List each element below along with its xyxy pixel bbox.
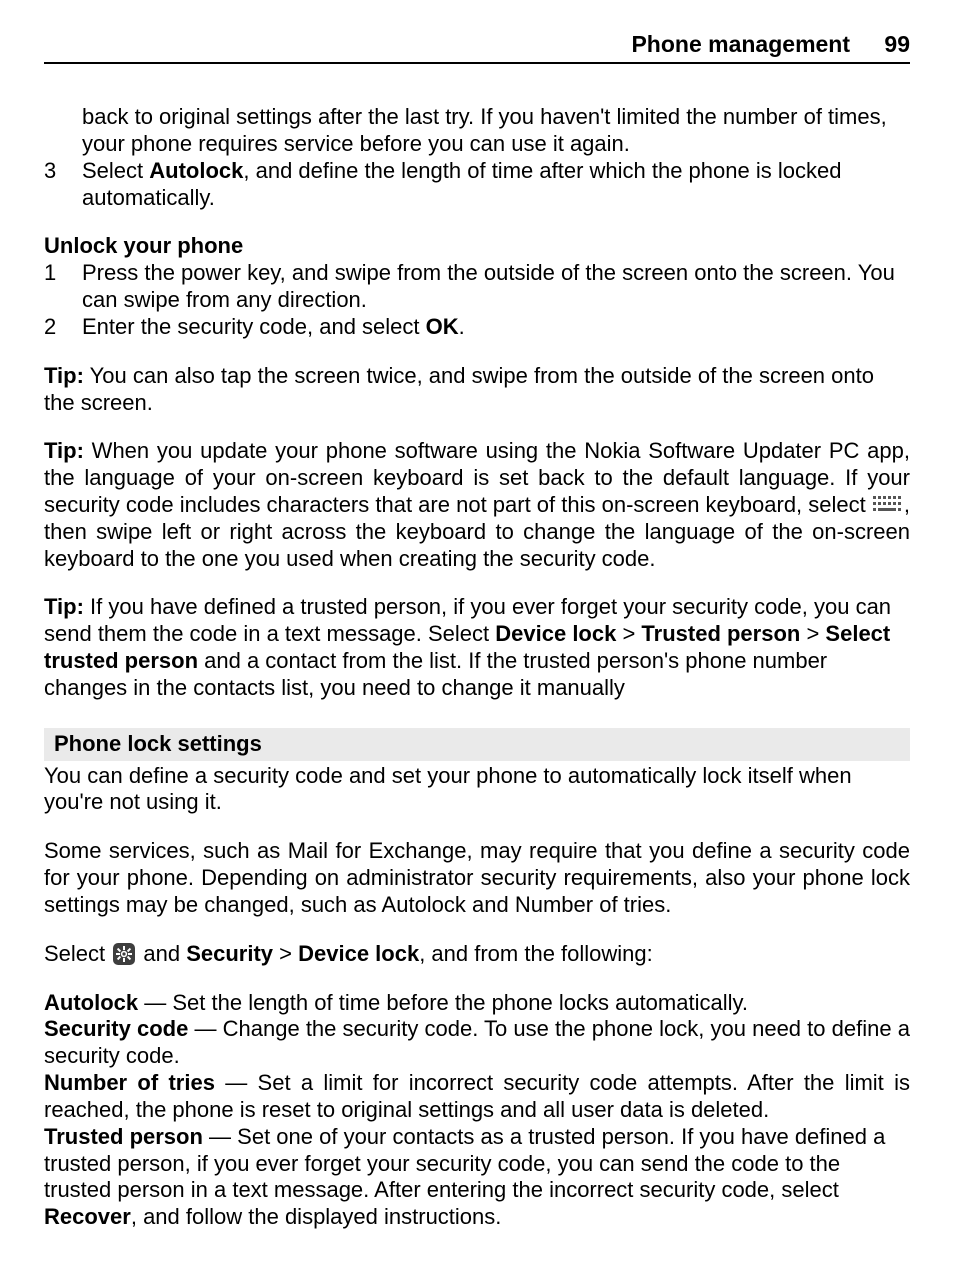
step-3-pre: Select: [82, 158, 149, 183]
unlock-list: 1 Press the power key, and swipe from th…: [44, 260, 910, 340]
ok-label: OK: [426, 314, 459, 339]
step-3-body: Select Autolock, and define the length o…: [82, 158, 910, 212]
autolock-desc: Set the length of time before the phone …: [172, 990, 748, 1015]
tip-3-lead: Tip:: [44, 594, 84, 619]
tip-2-text-a: When you update your phone software usin…: [44, 438, 910, 517]
phone-lock-p2: Some services, such as Mail for Exchange…: [44, 838, 910, 918]
unlock-step-2: 2 Enter the security code, and select OK…: [44, 314, 910, 341]
security-label: Security: [186, 941, 273, 966]
tip-3: Tip: If you have defined a trusted perso…: [44, 594, 910, 701]
trusted-person-desc-2: , and follow the displayed instructions.: [131, 1204, 502, 1229]
unlock-step-1-text: Press the power key, and swipe from the …: [82, 260, 910, 314]
running-header: Phone management 99: [44, 30, 910, 64]
select-b: and: [137, 941, 186, 966]
continued-text: back to original settings after the last…: [82, 104, 910, 158]
phone-lock-p1: You can define a security code and set y…: [44, 763, 910, 817]
trusted-person-term: Trusted person: [44, 1124, 203, 1149]
step-3-number: 3: [44, 158, 82, 185]
device-lock-label: Device lock: [495, 621, 616, 646]
option-trusted-person: Trusted person — Set one of your contact…: [44, 1124, 910, 1231]
device-lock-label-2: Device lock: [298, 941, 419, 966]
dash: —: [203, 1124, 237, 1149]
number-of-tries-term: Number of tries: [44, 1070, 215, 1095]
unlock-step-2-post: .: [459, 314, 465, 339]
tip-1-lead: Tip:: [44, 363, 84, 388]
select-path: Select and Security > Device lock, and f…: [44, 941, 910, 968]
tip-2-lead: Tip:: [44, 438, 84, 463]
page: Phone management 99 back to original set…: [0, 0, 954, 1275]
trusted-person-label: Trusted person: [641, 621, 800, 646]
select-a: Select: [44, 941, 111, 966]
keyboard-icon: [873, 496, 903, 514]
select-e: , and from the following:: [419, 941, 653, 966]
settings-icon: [113, 943, 135, 965]
tip-1: Tip: You can also tap the screen twice, …: [44, 363, 910, 417]
tip-3-gt1: >: [616, 621, 641, 646]
continued-item: back to original settings after the last…: [44, 104, 910, 158]
dash: —: [188, 1016, 222, 1041]
select-gt: >: [273, 941, 298, 966]
tip-1-text: You can also tap the screen twice, and s…: [44, 363, 874, 415]
dash: —: [138, 990, 172, 1015]
recover-label: Recover: [44, 1204, 131, 1229]
autolock-term: Autolock: [44, 990, 138, 1015]
step-3: 3 Select Autolock, and define the length…: [44, 158, 910, 212]
tip-3-gt2: >: [800, 621, 825, 646]
unlock-section: Unlock your phone 1 Press the power key,…: [44, 233, 910, 340]
unlock-step-2-body: Enter the security code, and select OK.: [82, 314, 910, 341]
unlock-heading: Unlock your phone: [44, 233, 910, 260]
option-security-code: Security code — Change the security code…: [44, 1016, 910, 1070]
option-autolock: Autolock — Set the length of time before…: [44, 990, 910, 1017]
unlock-step-2-pre: Enter the security code, and select: [82, 314, 426, 339]
header-section: Phone management: [631, 31, 850, 57]
unlock-step-2-number: 2: [44, 314, 82, 341]
autolock-label: Autolock: [149, 158, 243, 183]
unlock-step-1-number: 1: [44, 260, 82, 287]
header-page-number: 99: [856, 31, 910, 57]
phone-lock-settings-heading: Phone lock settings: [44, 728, 910, 761]
tip-2: Tip: When you update your phone software…: [44, 438, 910, 572]
dash: —: [215, 1070, 258, 1095]
unlock-step-1: 1 Press the power key, and swipe from th…: [44, 260, 910, 314]
option-number-of-tries: Number of tries — Set a limit for incorr…: [44, 1070, 910, 1124]
security-code-term: Security code: [44, 1016, 188, 1041]
continued-list: back to original settings after the last…: [44, 104, 910, 211]
